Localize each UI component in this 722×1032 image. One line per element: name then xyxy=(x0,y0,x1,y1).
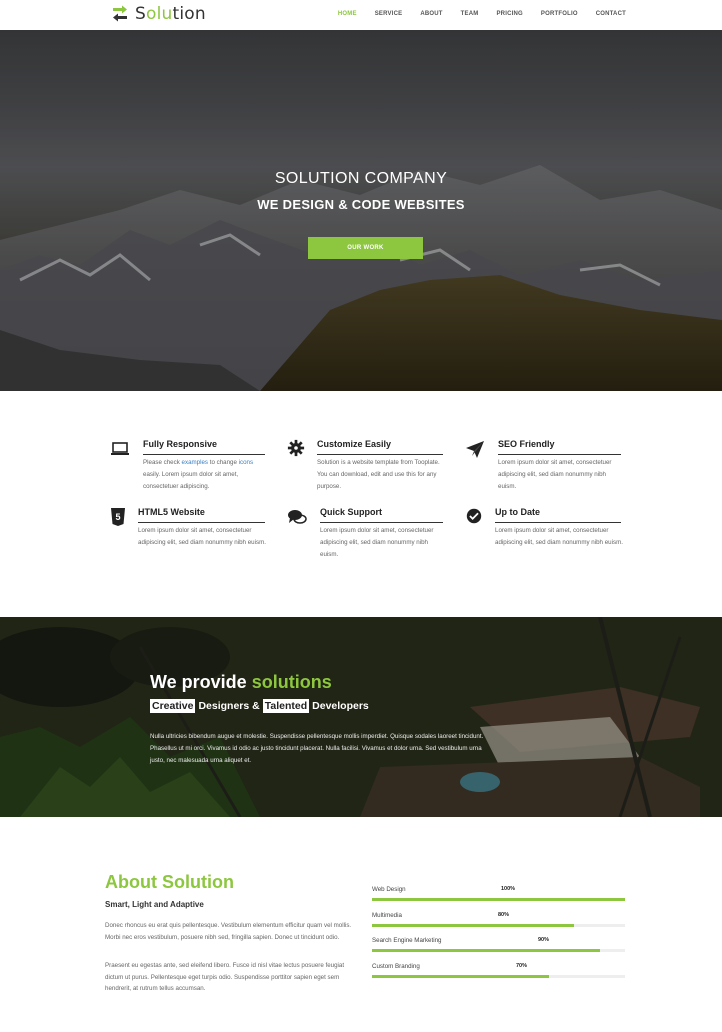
check-circle-icon xyxy=(465,507,485,527)
solutions-text: Nulla ultricies bibendum augue et molest… xyxy=(150,733,484,764)
paper-plane-icon xyxy=(465,439,485,459)
examples-link[interactable]: examples xyxy=(182,459,208,466)
nav-portfolio[interactable]: PORTFOLIO xyxy=(541,11,578,17)
skill-bar xyxy=(372,924,625,927)
feature-title: Customize Easily xyxy=(317,439,443,455)
nav-about[interactable]: ABOUT xyxy=(420,11,442,17)
feature-text: Lorem ipsum dolor sit amet, consectetuer… xyxy=(495,527,623,546)
hero-subtitle: SOLUTION COMPANY xyxy=(274,170,448,187)
skill-bar xyxy=(372,949,625,952)
feature-title: HTML5 Website xyxy=(138,507,265,523)
skill-name: Web Design xyxy=(372,886,406,893)
solutions-title: We provide solutions xyxy=(150,672,332,692)
gear-icon xyxy=(287,439,307,459)
about-title: About Solution xyxy=(105,872,234,892)
solutions-section: We provide solutions Creative Designers … xyxy=(0,617,722,817)
skill-percent: 70% xyxy=(516,963,528,969)
feature-title: Fully Responsive xyxy=(143,439,265,455)
skill-percent: 100% xyxy=(501,886,516,892)
feature-text: Lorem ipsum dolor sit amet, consectetuer… xyxy=(138,527,266,546)
about-subtitle: Smart, Light and Adaptive xyxy=(105,900,204,909)
our-work-button[interactable]: OUR WORK xyxy=(308,237,423,259)
swap-arrows-icon xyxy=(113,5,127,22)
top-navbar: Solution HOME SERVICE ABOUT TEAM PRICING… xyxy=(0,0,722,30)
skill-name: Multimedia xyxy=(372,912,402,919)
feature-text: Lorem ipsum dolor sit amet, consectetuer… xyxy=(498,459,612,490)
feature-title: Quick Support xyxy=(320,507,443,523)
main-menu: HOME SERVICE ABOUT TEAM PRICING PORTFOLI… xyxy=(320,11,626,17)
svg-text:5: 5 xyxy=(115,512,120,522)
nav-team[interactable]: TEAM xyxy=(461,11,479,17)
feature-title: Up to Date xyxy=(495,507,621,523)
nav-contact[interactable]: CONTACT xyxy=(596,11,626,17)
skill-bar xyxy=(372,898,625,901)
about-section: About Solution Smart, Light and Adaptive… xyxy=(0,817,722,1032)
html5-icon: 5 xyxy=(110,507,130,527)
icons-link[interactable]: icons xyxy=(239,459,253,466)
skill-percent: 80% xyxy=(498,912,510,918)
skill-name: Custom Branding xyxy=(372,963,420,970)
feature-text: Solution is a website template from Toop… xyxy=(317,459,440,490)
solutions-subtitle: Creative Designers & Talented Developers xyxy=(150,699,369,713)
laptop-icon xyxy=(110,439,130,459)
hero-title: WE DESIGN & CODE WEBSITES xyxy=(257,197,465,212)
nav-service[interactable]: SERVICE xyxy=(375,11,403,17)
skill-name: Search Engine Marketing xyxy=(372,937,442,944)
about-paragraph-2: Praesent eu egestas ante, sed eleifend l… xyxy=(105,962,345,992)
skill-percent: 90% xyxy=(538,937,550,943)
feature-text: Please check examples to change icons ea… xyxy=(143,459,254,490)
about-paragraph-1: Donec rhoncus eu erat quis pellentesque.… xyxy=(105,922,352,941)
skill-bar xyxy=(372,975,625,978)
hero-section: SOLUTION COMPANY WE DESIGN & CODE WEBSIT… xyxy=(0,30,722,391)
feature-title: SEO Friendly xyxy=(498,439,621,455)
nav-pricing[interactable]: PRICING xyxy=(496,11,522,17)
features-section: Fully Responsive Please check examples t… xyxy=(0,391,722,617)
site-logo[interactable]: Solution xyxy=(110,4,206,24)
logo-text: Solution xyxy=(135,4,206,24)
chat-bubbles-icon xyxy=(287,507,307,527)
feature-text: Lorem ipsum dolor sit amet, consectetuer… xyxy=(320,527,434,558)
market-boats-background-image xyxy=(0,617,722,817)
nav-home[interactable]: HOME xyxy=(338,11,357,17)
